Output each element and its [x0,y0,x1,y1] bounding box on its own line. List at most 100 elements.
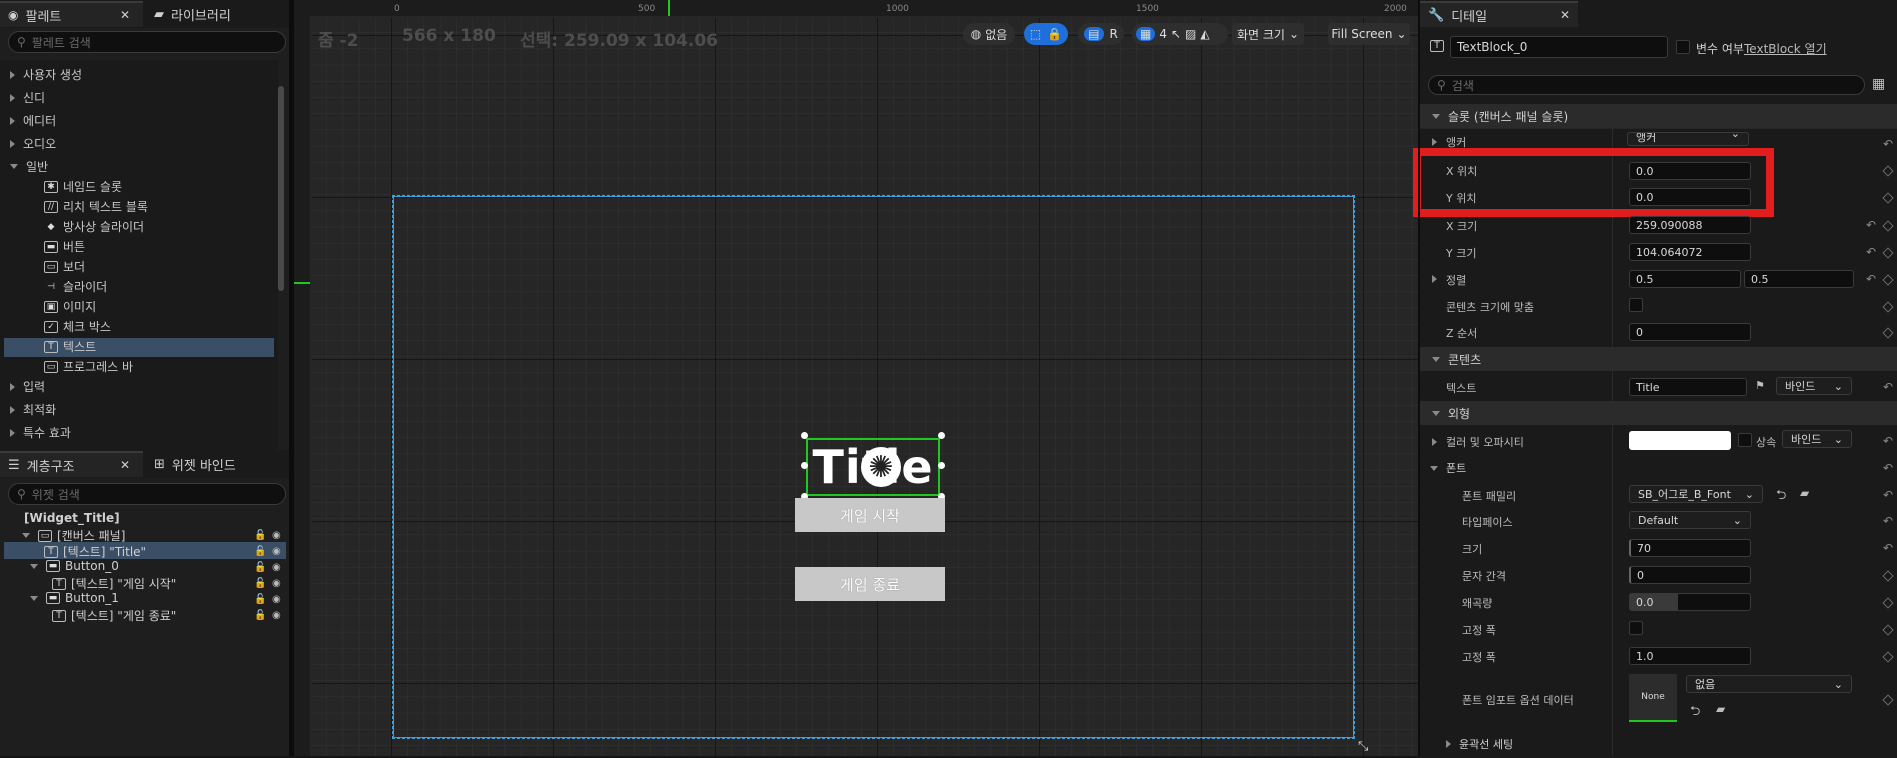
palette-item-text[interactable]: T 텍스트 [44,338,96,355]
eye-icon[interactable]: ◉ [272,610,281,621]
font-size-field[interactable]: 70 [1629,539,1751,557]
reset-arrow-icon[interactable]: ↶ [1866,218,1876,232]
reset-arrow-icon[interactable]: ↶ [1883,461,1893,475]
lock-icon[interactable]: 🔓 [254,610,266,621]
resize-handle[interactable] [938,432,945,439]
eye-icon[interactable]: ◉ [272,546,281,557]
panel-splitter[interactable] [289,0,294,756]
category-editor[interactable]: 에디터 [10,112,56,129]
category-user-created[interactable]: 사용자 생성 [10,66,82,83]
screen-size-dropdown[interactable]: 화면 크기 ⌄ [1232,23,1304,45]
palette-item-named-slot[interactable]: ✱ 네임드 슬롯 [44,178,122,195]
reset-arrow-icon[interactable]: ↶ [1883,434,1893,448]
reset-arrow-icon[interactable]: ↶ [1883,380,1893,394]
tree-node-quit-text[interactable]: T [텍스트] "게임 종료" [52,607,176,624]
category-input[interactable]: 입력 [10,378,45,395]
eye-icon[interactable]: ◉ [272,594,281,605]
size-x-field[interactable]: 259.090088 [1629,216,1751,234]
eye-icon[interactable]: ◉ [272,530,281,541]
color-bind-dropdown[interactable]: 바인드 ⌄ [1782,430,1852,448]
close-icon[interactable]: ✕ [1560,8,1570,22]
align-x-field[interactable]: 0.5 [1629,270,1741,288]
lock-toggle[interactable]: ⬚ 🔒 [1024,23,1068,45]
palette-item-checkbox[interactable]: ✓ 체크 박스 [44,318,111,335]
anchor-flower-icon[interactable]: ✺ [861,447,901,487]
align-y-field[interactable]: 0.5 [1744,270,1854,288]
resize-handle[interactable] [801,432,808,439]
widget-name-field[interactable]: TextBlock_0 [1450,36,1668,58]
folder-search-icon[interactable]: ▰ [1716,702,1725,716]
designer-viewport[interactable]: 0 500 1000 1500 2000 줌 -2 566 x 180 선택: … [294,0,1418,756]
size-to-content-checkbox[interactable] [1629,298,1643,312]
close-icon[interactable]: ✕ [120,8,130,22]
start-game-button[interactable]: 게임 시작 [795,498,945,532]
inherit-checkbox[interactable] [1738,433,1752,447]
reset-arrow-icon[interactable]: ↶ [1883,137,1893,151]
reset-arrow-icon[interactable]: ↶ [1866,245,1876,259]
folder-search-icon[interactable]: ▰ [1800,486,1809,500]
lock-icon[interactable]: 🔓 [254,562,266,573]
monospace-width-field[interactable]: 1.0 [1629,647,1751,665]
category-synth[interactable]: 신디 [10,89,45,106]
text-value-field[interactable]: Title [1629,378,1747,396]
flag-icon[interactable]: ⚑ [1755,379,1765,392]
font-family-dropdown[interactable]: SB_어그로_B_Font ⌄ [1629,485,1763,503]
is-variable-checkbox[interactable] [1676,40,1690,54]
fill-screen-dropdown[interactable]: Fill Screen ⌄ [1328,23,1410,45]
skew-slider-field[interactable]: 0.0 [1629,593,1751,611]
palette-search-input[interactable]: ⚲ 팔레트 검색 [8,31,286,53]
grid-snap-toggle[interactable]: ▦ 4 ↖ ▨ ◭ [1132,23,1228,45]
anchor-dropdown[interactable]: 앵커 ⌄ [1627,132,1749,146]
lock-icon[interactable]: 🔓 [254,530,266,541]
reset-arrow-icon[interactable]: ↶ [1883,488,1893,502]
tree-node-title-text[interactable]: T [텍스트] "Title" [44,543,146,560]
section-content-header[interactable]: 콘텐츠 [1420,347,1897,371]
text-bind-dropdown[interactable]: 바인드 ⌄ [1776,377,1852,395]
resize-handle[interactable] [801,462,808,469]
hierarchy-search-input[interactable]: ⚲ 위젯 검색 [8,483,286,505]
category-special-effects[interactable]: 특수 효과 [10,424,71,441]
palette-item-radial-slider[interactable]: ◆ 방사상 슬라이더 [44,218,145,235]
tab-palette[interactable]: ◉ 팔레트 ✕ [0,1,143,27]
asset-thumbnail[interactable]: None [1629,674,1677,722]
localization-button[interactable]: ◍ 없음 [963,23,1015,45]
browse-arrow-icon[interactable]: ⮌ [1776,486,1786,508]
lock-icon[interactable]: 🔓 [254,546,266,557]
palette-scrollbar[interactable] [278,86,284,291]
lock-icon[interactable]: 🔓 [254,578,266,589]
close-icon[interactable]: ✕ [120,458,130,472]
alignment-expand[interactable] [1432,273,1445,286]
tab-widget-binding[interactable]: ⊞ 위젯 바인드 [146,451,286,477]
tree-node-button-1[interactable]: ▬ Button_1 [30,591,119,605]
tab-details[interactable]: 🔧 디테일 ✕ [1420,1,1578,27]
open-textblock-link[interactable]: TextBlock 열기 [1744,40,1827,57]
category-optimization[interactable]: 최적화 [10,401,56,418]
respect-locks-toggle[interactable]: ▤ R [1078,23,1124,45]
letter-spacing-field[interactable]: 0 [1629,566,1751,584]
outline-settings-row[interactable]: 윤곽선 세팅 [1446,736,1513,752]
tab-hierarchy[interactable]: ☰ 계층구조 ✕ [0,451,143,477]
size-y-field[interactable]: 104.064072 [1629,243,1751,261]
palette-item-button[interactable]: ▬ 버튼 [44,238,85,255]
section-appearance-header[interactable]: 외형 [1420,401,1897,425]
font-import-dropdown[interactable]: 없음 ⌄ [1686,675,1852,693]
monospace-checkbox[interactable] [1629,621,1643,635]
palette-item-progress-bar[interactable]: ▭ 프로그레스 바 [44,358,133,375]
typeface-dropdown[interactable]: Default ⌄ [1629,511,1751,529]
table-view-icon[interactable]: ▦ [1872,76,1885,92]
eye-icon[interactable]: ◉ [272,562,281,573]
tab-library[interactable]: ▰ 라이브러리 [146,1,286,27]
reset-arrow-icon[interactable]: ↶ [1883,541,1893,555]
reset-arrow-icon[interactable]: ↶ [1883,514,1893,528]
panel-splitter[interactable] [1418,0,1420,756]
tree-node-button-0[interactable]: ▬ Button_0 [30,559,119,573]
font-group-header[interactable]: 폰트 [1430,460,1466,476]
palette-item-rich-text[interactable]: // 리치 텍스트 블록 [44,198,148,215]
resize-handle-icon[interactable]: ⤡ [1358,739,1368,754]
palette-item-border[interactable]: ▭ 보더 [44,258,85,275]
category-audio[interactable]: 오디오 [10,135,56,152]
resize-handle[interactable] [938,462,945,469]
eye-icon[interactable]: ◉ [272,578,281,589]
zorder-field[interactable]: 0 [1629,323,1751,341]
section-slot-header[interactable]: 슬롯 (캔버스 패널 슬롯) [1420,104,1897,128]
